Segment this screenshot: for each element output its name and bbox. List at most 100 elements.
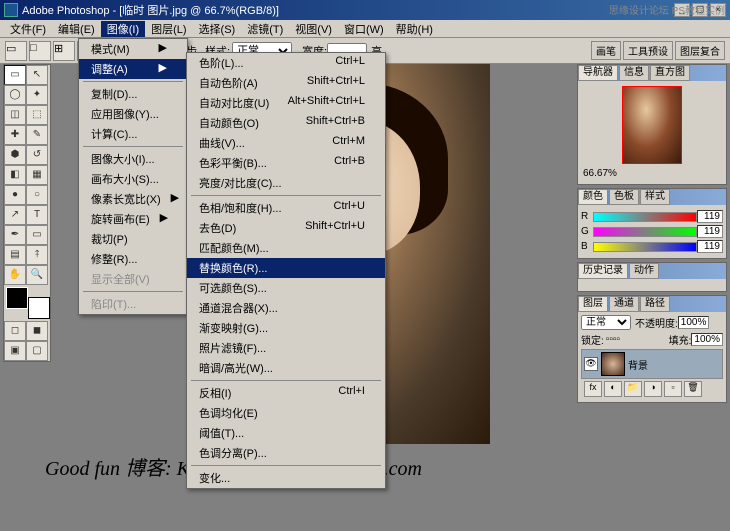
menu-item[interactable]: 曲线(V)...Ctrl+M (187, 133, 385, 153)
menu-item[interactable]: 陷印(T)... (79, 294, 187, 314)
marquee-preset-icon[interactable]: ▭ (5, 41, 27, 61)
fx-icon[interactable]: fx (584, 381, 602, 397)
notes-tool[interactable]: ▤ (4, 245, 26, 265)
menu-filter[interactable]: 滤镜(T) (241, 21, 289, 37)
menu-item[interactable]: 显示全部(V) (79, 269, 187, 289)
path-tool[interactable]: ↗ (4, 205, 26, 225)
tab-tool-presets[interactable]: 工具预设 (623, 41, 673, 60)
type-tool[interactable]: T (26, 205, 48, 225)
tab-actions[interactable]: 动作 (629, 263, 659, 279)
mask-icon[interactable]: ◐ (604, 381, 622, 397)
tab-history[interactable]: 历史记录 (578, 263, 628, 279)
gradient-tool[interactable]: ▦ (26, 165, 48, 185)
tab-brushes[interactable]: 画笔 (591, 41, 621, 60)
fill-value[interactable]: 100% (691, 333, 723, 346)
menu-item[interactable]: 色调均化(E) (187, 403, 385, 423)
menu-item[interactable]: 模式(M)▶ (79, 39, 187, 59)
adjust-icon[interactable]: ◑ (644, 381, 662, 397)
menu-item[interactable]: 色彩平衡(B)...Ctrl+B (187, 153, 385, 173)
quickmask-off[interactable]: ◻ (4, 321, 26, 341)
menu-item[interactable]: 亮度/对比度(C)... (187, 173, 385, 193)
tab-styles[interactable]: 样式 (640, 189, 670, 205)
menu-item[interactable]: 图像大小(I)... (79, 149, 187, 169)
shape-tool[interactable]: ▭ (26, 225, 48, 245)
quickmask-on[interactable]: ◼ (26, 321, 48, 341)
folder-icon[interactable]: 📁 (624, 381, 642, 397)
menu-item[interactable]: 渐变映射(G)... (187, 318, 385, 338)
menu-item[interactable]: 色调分离(P)... (187, 443, 385, 463)
menu-item[interactable]: 裁切(P) (79, 229, 187, 249)
menu-item[interactable]: 画布大小(S)... (79, 169, 187, 189)
tab-paths[interactable]: 路径 (640, 296, 670, 312)
tab-navigator[interactable]: 导航器 (578, 65, 618, 81)
pen-tool[interactable]: ✒ (4, 225, 26, 245)
menu-item[interactable]: 调整(A)▶ (79, 59, 187, 79)
menu-item[interactable]: 复制(D)... (79, 84, 187, 104)
heal-tool[interactable]: ✚ (4, 125, 26, 145)
menu-window[interactable]: 窗口(W) (338, 21, 390, 37)
menu-item[interactable]: 暗调/高光(W)... (187, 358, 385, 378)
history-brush-tool[interactable]: ↺ (26, 145, 48, 165)
color-swatch[interactable] (6, 287, 50, 319)
tab-layer-comps[interactable]: 图层复合 (675, 41, 725, 60)
blend-mode-select[interactable]: 正常 (581, 315, 631, 330)
menu-item[interactable]: 色阶(L)...Ctrl+L (187, 53, 385, 73)
menu-item[interactable]: 色相/饱和度(H)...Ctrl+U (187, 198, 385, 218)
menu-item[interactable]: 自动对比度(U)Alt+Shift+Ctrl+L (187, 93, 385, 113)
menu-item[interactable]: 替换颜色(R)... (187, 258, 385, 278)
menu-item[interactable]: 反相(I)Ctrl+I (187, 383, 385, 403)
b-slider[interactable] (593, 242, 697, 252)
trash-icon[interactable]: 🗑 (684, 381, 702, 397)
new-layer-icon[interactable]: ▫ (664, 381, 682, 397)
menu-item[interactable]: 匹配颜色(M)... (187, 238, 385, 258)
navigator-thumbnail[interactable] (622, 86, 682, 164)
layer-thumbnail[interactable] (601, 352, 625, 376)
menu-item[interactable]: 阈值(T)... (187, 423, 385, 443)
menu-item[interactable]: 旋转画布(E)▶ (79, 209, 187, 229)
b-value[interactable]: 119 (697, 240, 723, 253)
screen-standard[interactable]: ▣ (4, 341, 26, 361)
layer-row[interactable]: 👁 背景 (581, 349, 723, 379)
move-tool[interactable]: ↖ (26, 65, 48, 85)
dodge-tool[interactable]: ○ (26, 185, 48, 205)
menu-image[interactable]: 图像(I) (101, 21, 145, 37)
r-value[interactable]: 119 (697, 210, 723, 223)
menu-select[interactable]: 选择(S) (193, 21, 242, 37)
brush-tool[interactable]: ✎ (26, 125, 48, 145)
zoom-tool[interactable]: 🔍 (26, 265, 48, 285)
g-slider[interactable] (593, 227, 697, 237)
slice-tool[interactable]: ⬚ (26, 105, 48, 125)
menu-item[interactable]: 应用图像(Y)... (79, 104, 187, 124)
hand-tool[interactable]: ✋ (4, 265, 26, 285)
stamp-tool[interactable]: ⬢ (4, 145, 26, 165)
tab-info[interactable]: 信息 (619, 65, 649, 81)
menu-view[interactable]: 视图(V) (289, 21, 338, 37)
opt-new[interactable]: □ (29, 41, 51, 61)
menu-item[interactable]: 像素长宽比(X)▶ (79, 189, 187, 209)
menu-item[interactable]: 自动色阶(A)Shift+Ctrl+L (187, 73, 385, 93)
wand-tool[interactable]: ✦ (26, 85, 48, 105)
menu-layer[interactable]: 图层(L) (145, 21, 192, 37)
eraser-tool[interactable]: ◧ (4, 165, 26, 185)
marquee-tool[interactable]: ▭ (4, 65, 26, 85)
menu-help[interactable]: 帮助(H) (390, 21, 439, 37)
tab-layers[interactable]: 图层 (578, 296, 608, 312)
menu-item[interactable]: 自动颜色(O)Shift+Ctrl+B (187, 113, 385, 133)
menu-item[interactable]: 可选颜色(S)... (187, 278, 385, 298)
eyedropper-tool[interactable]: ⤉ (26, 245, 48, 265)
tab-color[interactable]: 颜色 (578, 189, 608, 205)
blur-tool[interactable]: ● (4, 185, 26, 205)
menu-item[interactable]: 通道混合器(X)... (187, 298, 385, 318)
g-value[interactable]: 119 (697, 225, 723, 238)
menu-item[interactable]: 变化... (187, 468, 385, 488)
menu-item[interactable]: 去色(D)Shift+Ctrl+U (187, 218, 385, 238)
crop-tool[interactable]: ◫ (4, 105, 26, 125)
tab-swatches[interactable]: 色板 (609, 189, 639, 205)
menu-edit[interactable]: 编辑(E) (52, 21, 101, 37)
r-slider[interactable] (593, 212, 697, 222)
visibility-icon[interactable]: 👁 (584, 357, 598, 371)
menu-item[interactable]: 修整(R)... (79, 249, 187, 269)
menu-item[interactable]: 计算(C)... (79, 124, 187, 144)
tab-channels[interactable]: 通道 (609, 296, 639, 312)
tab-histogram[interactable]: 直方图 (650, 65, 690, 81)
